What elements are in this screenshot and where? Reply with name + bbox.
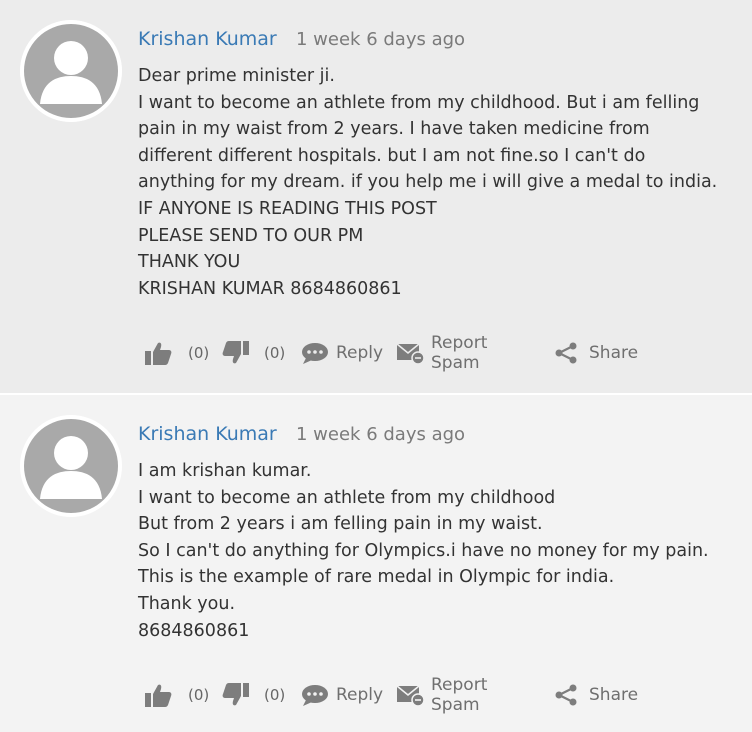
comment-1: Krishan Kumar 1 week 6 days ago Dear pri… xyxy=(0,0,752,393)
thumbs-down-icon xyxy=(222,682,250,708)
envelope-flag-icon xyxy=(396,683,426,707)
dislike-button[interactable]: (0) xyxy=(222,338,285,368)
speech-bubble-icon xyxy=(300,683,330,707)
comment-line: Dear prime minister ji. xyxy=(138,66,335,86)
report-spam-button[interactable]: Report Spam xyxy=(396,675,487,715)
user-avatar-icon xyxy=(20,415,122,517)
thumbs-up-icon xyxy=(144,682,172,708)
author-name[interactable]: Krishan Kumar xyxy=(138,28,277,50)
report-spam-label: Report Spam xyxy=(431,675,488,715)
report-spam-button[interactable]: Report Spam xyxy=(396,333,487,373)
share-button[interactable]: Share xyxy=(554,338,638,368)
dislike-count: (0) xyxy=(264,686,286,704)
avatar[interactable] xyxy=(20,415,122,517)
reply-label: Reply xyxy=(336,685,384,705)
comment-line: KRISHAN KUMAR 8684860861 xyxy=(138,278,402,299)
comment-line: IF ANYONE IS READING THIS POST xyxy=(138,198,437,219)
share-button[interactable]: Share xyxy=(554,680,638,710)
reply-button[interactable]: Reply xyxy=(300,680,383,710)
like-button[interactable]: (0) xyxy=(144,680,209,710)
comment-2: Krishan Kumar 1 week 6 days ago I am kri… xyxy=(0,395,752,732)
reply-label: Reply xyxy=(336,343,384,363)
comment-line: I am krishan kumar. xyxy=(138,461,312,481)
thumbs-up-icon xyxy=(144,340,172,366)
comment-timestamp: 1 week 6 days ago xyxy=(296,424,466,445)
avatar[interactable] xyxy=(20,20,122,122)
comment-line: Thank you. xyxy=(138,593,236,614)
like-button[interactable]: (0) xyxy=(144,338,209,368)
dislike-count: (0) xyxy=(264,344,286,362)
comment-line: But from 2 years i am felling pain in my… xyxy=(138,514,543,535)
comment-line: THANK YOU xyxy=(138,252,241,273)
user-avatar-icon xyxy=(20,20,122,122)
like-count: (0) xyxy=(188,686,210,704)
comment-line: I want to become an athlete from my chil… xyxy=(138,92,700,113)
comment-line: pain in my waist from 2 years. I have ta… xyxy=(138,119,650,140)
share-icon xyxy=(554,683,578,707)
dislike-button[interactable]: (0) xyxy=(222,680,285,710)
comment-line: different different hospitals. but I am … xyxy=(138,145,646,166)
comment-line: I want to become an athlete from my chil… xyxy=(138,487,556,508)
share-icon xyxy=(554,341,578,365)
comment-line: PLEASE SEND TO OUR PM xyxy=(138,225,364,246)
author-name[interactable]: Krishan Kumar xyxy=(138,423,277,445)
share-label: Share xyxy=(589,343,639,363)
comment-line: 8684860861 xyxy=(138,620,250,641)
reply-button[interactable]: Reply xyxy=(300,338,383,368)
share-label: Share xyxy=(589,685,639,705)
thumbs-down-icon xyxy=(222,340,250,366)
envelope-flag-icon xyxy=(396,341,426,365)
like-count: (0) xyxy=(188,344,210,362)
comment-body: Dear prime minister ji. I want to become… xyxy=(138,63,738,302)
comment-body: I am krishan kumar. I want to become an … xyxy=(138,458,738,644)
comment-line: anything for my dream. if you help me i … xyxy=(138,172,718,193)
comment-line: So I can't do anything for Olympics.i ha… xyxy=(138,540,709,561)
report-spam-label: Report Spam xyxy=(431,333,488,373)
comment-line: This is the example of rare medal in Oly… xyxy=(138,567,615,588)
comment-timestamp: 1 week 6 days ago xyxy=(296,29,466,50)
speech-bubble-icon xyxy=(300,341,330,365)
